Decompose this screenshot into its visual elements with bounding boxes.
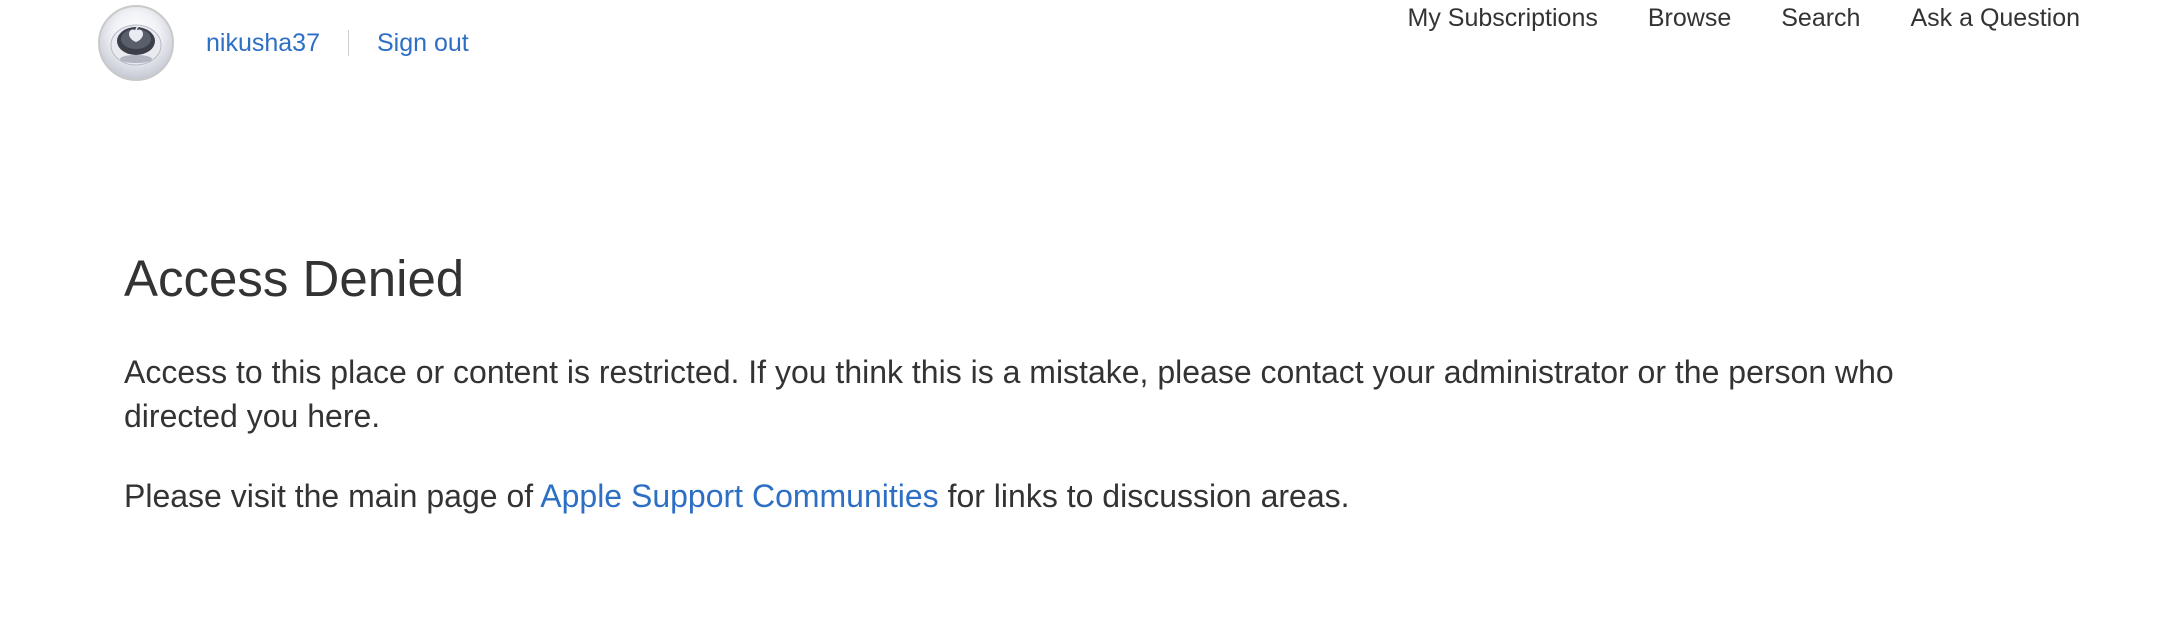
avatar[interactable] (98, 5, 174, 81)
apple-support-communities-link[interactable]: Apple Support Communities (540, 478, 938, 514)
nav-search[interactable]: Search (1781, 1, 1860, 35)
main-nav: My Subscriptions Browse Search Ask a Que… (1408, 0, 2080, 36)
user-area: nikusha37 Sign out (98, 4, 469, 82)
nav-ask-question[interactable]: Ask a Question (1910, 1, 2080, 35)
visit-message: Please visit the main page of Apple Supp… (124, 474, 1984, 518)
username-link[interactable]: nikusha37 (206, 29, 320, 58)
page-title: Access Denied (124, 250, 465, 307)
apple-computer-avatar-icon (110, 24, 162, 66)
top-header: nikusha37 Sign out My Subscriptions Brow… (0, 0, 2182, 110)
access-message: Access to this place or content is restr… (124, 354, 1894, 434)
visit-suffix: for links to discussion areas. (938, 478, 1350, 514)
nav-browse[interactable]: Browse (1648, 1, 1731, 35)
main-content: Access Denied Access to this place or co… (124, 248, 1984, 518)
nav-my-subscriptions[interactable]: My Subscriptions (1408, 1, 1598, 35)
visit-prefix: Please visit the main page of (124, 478, 541, 514)
user-divider (347, 30, 349, 56)
sign-out-link[interactable]: Sign out (377, 29, 469, 58)
